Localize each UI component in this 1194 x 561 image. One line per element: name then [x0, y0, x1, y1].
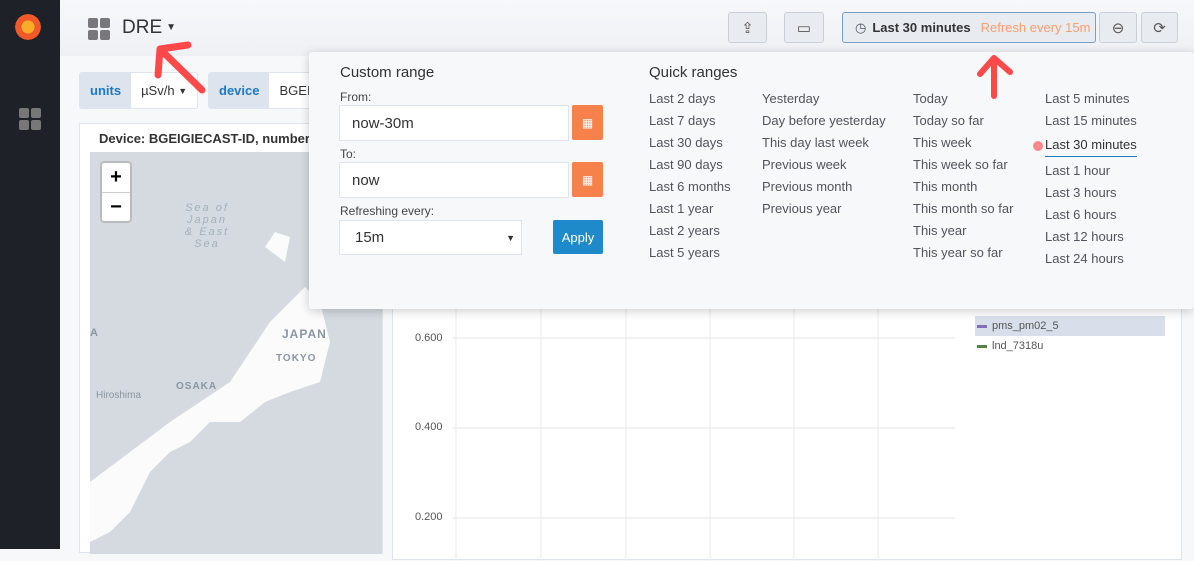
- dashboard-picker[interactable]: DRE ▼: [122, 17, 176, 39]
- quick-range-item[interactable]: Last 3 hours: [1045, 182, 1137, 204]
- quick-ranges-column: Today Today so far This week This week so f…: [913, 88, 1013, 264]
- quick-range-item[interactable]: Last 12 hours: [1045, 226, 1137, 248]
- quick-range-item[interactable]: Last 30 minutes: [1045, 135, 1137, 157]
- dashboard-grid-icon: [88, 18, 110, 40]
- to-label: To:: [340, 147, 357, 161]
- units-variable[interactable]: units µSv/h ▼: [79, 72, 199, 109]
- quick-range-item[interactable]: This year: [913, 220, 1013, 242]
- cursor-dot: [1033, 141, 1043, 151]
- from-input[interactable]: now-30m: [339, 105, 569, 141]
- time-range-label: Last 30 minutes: [872, 20, 971, 35]
- map-label-sea: Sea of Japan & East Sea: [184, 202, 230, 250]
- quick-range-item[interactable]: Last 1 hour: [1045, 160, 1137, 182]
- from-calendar-button[interactable]: ▦: [572, 105, 603, 140]
- grafana-logo-icon[interactable]: [13, 12, 43, 42]
- caret-down-icon: ▼: [178, 85, 188, 96]
- refresh-label: Refreshing every:: [340, 204, 435, 218]
- monitor-icon: ▭: [796, 19, 812, 37]
- quick-range-item[interactable]: Today: [913, 88, 1013, 110]
- quick-range-item[interactable]: Last 2 days: [649, 88, 731, 110]
- graph-legend: pms_pm02_5 lnd_7318u: [975, 316, 1165, 356]
- clock-icon: ◷: [855, 19, 867, 35]
- map-label-tokyo: TOKYO: [276, 353, 317, 364]
- quick-range-item[interactable]: Last 90 days: [649, 154, 731, 176]
- refresh-label: Refresh every 15m: [980, 20, 1091, 35]
- refresh-icon: ⟳: [1153, 19, 1166, 37]
- quick-ranges-title: Quick ranges: [649, 64, 738, 81]
- share-button[interactable]: ⇪: [728, 12, 767, 43]
- quick-range-item[interactable]: Last 24 hours: [1045, 248, 1137, 270]
- share-icon: ⇪: [741, 19, 754, 37]
- legend-label: lnd_7318u: [992, 340, 1044, 352]
- dashboards-icon[interactable]: [19, 108, 41, 130]
- legend-item[interactable]: pms_pm02_5: [975, 316, 1165, 336]
- custom-range-title: Custom range: [340, 64, 435, 81]
- quick-range-item[interactable]: This week: [913, 132, 1013, 154]
- quick-range-item[interactable]: Last 6 hours: [1045, 204, 1137, 226]
- map-zoom-control: + −: [100, 161, 132, 223]
- quick-range-item[interactable]: Last 6 months: [649, 176, 731, 198]
- tv-mode-button[interactable]: ▭: [784, 12, 824, 43]
- quick-range-item[interactable]: Previous year: [762, 198, 886, 220]
- map-label-osaka: OSAKA: [176, 381, 218, 392]
- quick-range-item[interactable]: Last 5 years: [649, 242, 731, 264]
- units-label: units: [80, 73, 132, 108]
- map-label-japan: JAPAN: [282, 327, 327, 341]
- units-select[interactable]: µSv/h ▼: [131, 73, 197, 108]
- map-label-hiroshima: Hiroshima: [96, 390, 142, 401]
- graph-panel: 0.600 0.400 0.200 pms_pm02_5 lnd_7318u: [392, 290, 1182, 561]
- map-zoom-in-button[interactable]: +: [102, 163, 130, 192]
- map-zoom-out-button[interactable]: −: [102, 192, 130, 221]
- legend-label: pms_pm02_5: [992, 320, 1059, 332]
- caret-down-icon: ▼: [166, 22, 177, 34]
- device-label: device: [209, 73, 270, 108]
- y-tick-label: 0.400: [415, 421, 443, 433]
- caret-down-icon: ▼: [506, 232, 515, 243]
- quick-range-item[interactable]: Yesterday: [762, 88, 886, 110]
- apply-button[interactable]: Apply: [553, 220, 603, 254]
- quick-range-item[interactable]: Previous week: [762, 154, 886, 176]
- refresh-value: 15m: [355, 229, 385, 246]
- quick-range-item[interactable]: Last 7 days: [649, 110, 731, 132]
- from-label: From:: [340, 90, 372, 104]
- to-calendar-button[interactable]: ▦: [572, 162, 603, 197]
- sidebar: [0, 0, 60, 549]
- quick-range-item[interactable]: This month: [913, 176, 1013, 198]
- quick-range-item[interactable]: Last 15 minutes: [1045, 110, 1137, 132]
- quick-range-item[interactable]: Day before yesterday: [762, 110, 886, 132]
- y-tick-label: 0.600: [415, 332, 443, 344]
- quick-range-item[interactable]: Last 2 years: [649, 220, 731, 242]
- map-label-edge: A: [90, 327, 99, 339]
- quick-range-item[interactable]: This week so far: [913, 154, 1013, 176]
- quick-range-item[interactable]: Last 1 year: [649, 198, 731, 220]
- quick-ranges-column: Last 2 days Last 7 days Last 30 days Last 9…: [649, 88, 731, 264]
- to-input[interactable]: now: [339, 162, 569, 198]
- quick-ranges-column: Last 5 minutes Last 15 minutes Last 30 min…: [1045, 88, 1137, 270]
- time-range-dropdown: Custom range From: now-30m ▦ To: now ▦ R…: [309, 52, 1194, 309]
- calendar-icon: ▦: [581, 172, 594, 187]
- quick-range-item[interactable]: Last 30 days: [649, 132, 731, 154]
- refresh-select[interactable]: 15m ▼: [339, 220, 522, 255]
- quick-range-item[interactable]: This day last week: [762, 132, 886, 154]
- quick-ranges-column: Yesterday Day before yesterday This day la…: [762, 88, 886, 220]
- quick-range-item[interactable]: Today so far: [913, 110, 1013, 132]
- time-picker-button[interactable]: ◷ Last 30 minutes Refresh every 15m: [842, 12, 1096, 43]
- dashboard-title: DRE: [122, 17, 163, 38]
- y-tick-label: 0.200: [415, 511, 443, 523]
- refresh-button[interactable]: ⟳: [1141, 12, 1178, 43]
- units-value: µSv/h: [141, 83, 175, 98]
- quick-range-item[interactable]: Previous month: [762, 176, 886, 198]
- device-variable[interactable]: device BGEIG: [208, 72, 321, 109]
- quick-range-item[interactable]: This year so far: [913, 242, 1013, 264]
- legend-color-swatch: [977, 324, 987, 328]
- legend-color-swatch: [977, 344, 987, 348]
- legend-item[interactable]: lnd_7318u: [975, 336, 1165, 356]
- quick-range-item[interactable]: Last 5 minutes: [1045, 88, 1137, 110]
- quick-range-item[interactable]: This month so far: [913, 198, 1013, 220]
- zoom-out-button[interactable]: ⊖: [1099, 12, 1137, 43]
- zoom-out-icon: ⊖: [1111, 19, 1125, 37]
- calendar-icon: ▦: [581, 115, 594, 130]
